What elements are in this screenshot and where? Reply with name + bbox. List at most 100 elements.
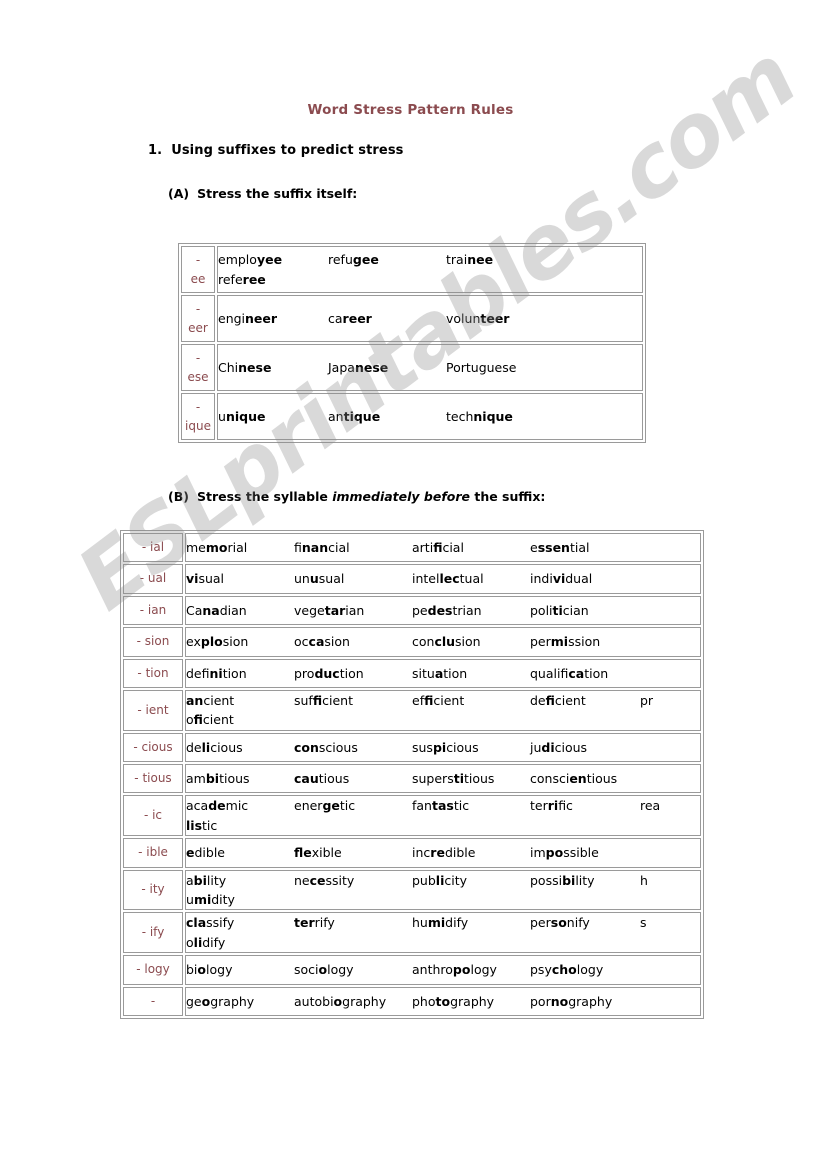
stressed-syllable: o: [318, 962, 328, 978]
stressed-syllable: con: [294, 739, 319, 755]
word-line: definition production situation qualificati…: [186, 664, 700, 683]
example-word: personify: [530, 915, 590, 931]
example-word: Portuguese: [446, 359, 517, 375]
example-word: energetic: [294, 798, 356, 814]
stressed-syllable: des: [427, 602, 453, 618]
stressed-syllable: lec: [439, 571, 460, 587]
example-word: publicity: [412, 872, 468, 888]
example-word: refugee: [328, 252, 379, 268]
word-line: Chinese Japanese Portuguese: [218, 358, 642, 377]
stressed-syllable: o: [197, 962, 207, 978]
example-words-cell: memorial financial artificial essential: [185, 533, 701, 563]
section-b-text-emphasis: immediately before: [332, 489, 470, 504]
stressed-syllable: ca: [308, 634, 325, 650]
suffix-dash: -: [195, 399, 201, 414]
stressed-syllable: fle: [294, 845, 312, 861]
example-word: photography: [412, 993, 495, 1009]
table-row: - ity ability necessity publicity possibilit…: [123, 869, 701, 911]
stressed-syllable: vi: [552, 571, 566, 587]
stressed-syllable: en: [569, 771, 587, 787]
example-word: cautious: [294, 771, 350, 787]
stressed-syllable: ce: [309, 872, 326, 888]
suffix-label-cell: - ify: [123, 912, 183, 954]
stressed-syllable: ge: [322, 798, 340, 814]
stressed-syllable: ni: [209, 665, 223, 681]
table-row: - ual visual unusual intellectual individual: [123, 564, 701, 594]
stressed-syllable: lis: [186, 817, 203, 833]
word-line-continued: listic: [186, 816, 700, 835]
stressed-syllable: ri: [547, 798, 559, 814]
suffix-label-cell: - ial: [123, 533, 183, 563]
example-word: qualification: [530, 665, 609, 681]
example-word: flexible: [294, 845, 342, 861]
stressed-syllable: ti: [453, 771, 464, 787]
stressed-syllable: yee: [256, 252, 283, 268]
example-word: suspicious: [412, 739, 479, 755]
word-line: biology sociology anthropology psychology: [186, 960, 700, 979]
word-line: employee refugee trainee referee: [218, 250, 642, 289]
suffix-label-cell: - logy: [123, 955, 183, 985]
example-word: artificial: [412, 540, 464, 555]
section-a-text: Stress the suffix itself:: [197, 186, 358, 201]
stressed-syllable: mo: [205, 540, 228, 555]
example-word: volunteer: [446, 310, 510, 326]
example-word: delicious: [186, 739, 243, 755]
stressed-syllable: li: [201, 739, 211, 755]
example-word: situation: [412, 665, 468, 681]
example-word: biology: [186, 962, 233, 978]
example-word: unusual: [294, 571, 345, 587]
suffix-label-cell: - ity: [123, 869, 183, 911]
example-word: individual: [530, 571, 593, 587]
example-words-cell: academic energetic fantastic terrific rea lis…: [185, 795, 701, 837]
stressed-syllable: po: [545, 845, 564, 861]
example-words-cell: classify terrify humidify personify s olidify: [185, 912, 701, 954]
stressed-syllable: teer: [480, 310, 510, 326]
stressed-syllable: fi: [424, 692, 434, 708]
word-line: geography autobiography photography pornogr…: [186, 992, 700, 1011]
stressed-syllable: bi: [193, 872, 207, 888]
example-words-cell: edible flexible incredible impossible: [185, 838, 701, 868]
stressed-syllable: so: [550, 915, 567, 931]
example-word: sufficient: [294, 692, 353, 708]
example-word: judicious: [530, 739, 588, 755]
example-word: efficient: [412, 692, 465, 708]
example-words-cell: definition production situation qualificati…: [185, 658, 701, 688]
suffix-label-cell: - cious: [123, 732, 183, 763]
stressed-syllable: bi: [562, 872, 576, 888]
suffix-label-cell: - eer: [181, 295, 215, 342]
example-word: permission: [530, 634, 601, 650]
example-word: technique: [446, 408, 513, 424]
word-line: Canadian vegetarian pedestrian politician: [186, 601, 700, 620]
stressed-syllable: o: [201, 993, 211, 1009]
example-word: visual: [186, 571, 225, 587]
table-row: - ible edible flexible incredible impossible: [123, 838, 701, 868]
stressed-syllable: tas: [431, 798, 454, 814]
table-row: - ient ancient sufficient efficient deficien…: [123, 689, 701, 731]
table-row: - ial memorial financial artificial essentia…: [123, 533, 701, 563]
stressed-syllable: de: [208, 798, 226, 814]
document-page: Word Stress Pattern Rules 1. Using suffix…: [0, 0, 821, 1169]
table-row: - ee employee refugee trainee referee: [181, 246, 643, 293]
stressed-syllable: fi: [312, 692, 323, 708]
example-word: explosion: [186, 634, 249, 650]
word-line: delicious conscious suspicious judicious: [186, 738, 700, 757]
rule-1-text: Using suffixes to predict stress: [171, 143, 404, 158]
stressed-syllable: vi: [186, 571, 199, 587]
example-word: superstitious: [412, 771, 495, 787]
stressed-syllable: po: [452, 962, 471, 978]
word-line: classify terrify humidify personify s: [186, 913, 700, 932]
suffix-label-cell: - ient: [123, 689, 183, 731]
example-word: ambitious: [186, 771, 250, 787]
word-line: ambitious cautious superstitious conscienti…: [186, 769, 700, 788]
wrapped-word-head: rea: [640, 798, 661, 814]
stressed-syllable: ree: [242, 271, 266, 287]
word-line-continued: umidity: [186, 890, 700, 909]
stressed-syllable: fi: [545, 692, 555, 708]
example-word: listic: [186, 817, 218, 833]
example-word: antique: [328, 408, 381, 424]
stressed-syllable: ter: [294, 915, 315, 931]
example-word: employee: [218, 252, 283, 268]
rule-1-number: 1.: [148, 143, 163, 158]
example-word: memorial: [186, 540, 248, 555]
example-word: psychology: [530, 962, 604, 978]
